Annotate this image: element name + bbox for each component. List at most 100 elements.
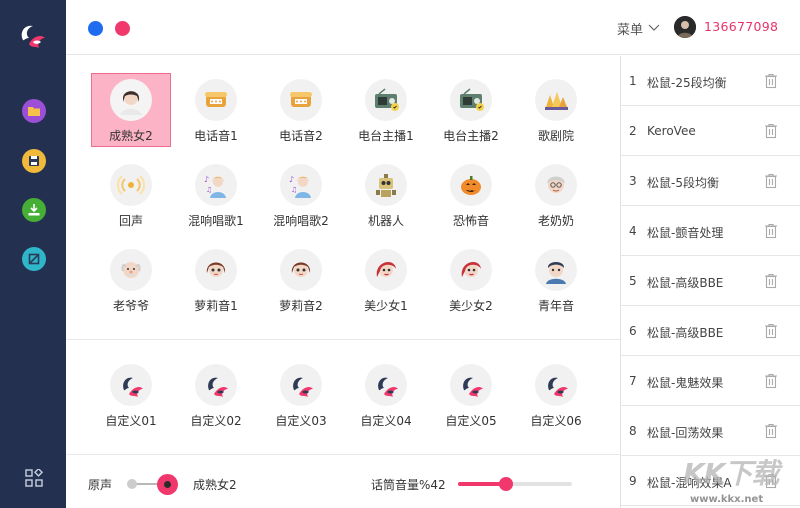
svg-text:♫: ♫ [206, 186, 212, 194]
trash-icon[interactable] [764, 173, 778, 189]
beauty-icon [376, 262, 396, 277]
preset-row[interactable]: 4 松鼠-颤音处理 [621, 206, 800, 256]
preset-row[interactable]: 3 松鼠-5段均衡 [621, 156, 800, 206]
voice-name: 老奶奶 [537, 214, 574, 228]
custom-effect-item[interactable]: 自定义01 [91, 358, 171, 432]
singer-icon: ♪♫ [204, 175, 226, 198]
voice-name: 回声 [118, 214, 143, 228]
voice-effect-item[interactable]: ♪ ♫ 混响唱歌1 [176, 158, 256, 232]
preset-row[interactable]: 2 KeroVee [621, 106, 800, 156]
preset-row[interactable]: 8 松鼠-回荡效果 [621, 406, 800, 456]
mic-volume-label: 话筒音量%42 [371, 478, 446, 492]
voice-effect-item[interactable]: 老爷爷 [91, 243, 171, 317]
preset-index: 8 [629, 424, 637, 438]
brand-logo-icon [378, 377, 398, 397]
voice-name: 美少女2 [449, 299, 493, 313]
preset-label: 松鼠-鬼魅效果 [647, 376, 724, 390]
trash-icon[interactable] [764, 423, 778, 439]
voice-name: 电台主播2 [443, 129, 499, 143]
trash-icon[interactable] [764, 323, 778, 339]
voice-name: 机器人 [367, 214, 404, 228]
mic-volume-handle[interactable] [499, 477, 513, 491]
chevron-down-icon[interactable] [648, 21, 660, 33]
voice-effect-item[interactable]: 美少女1 [346, 243, 426, 317]
voice-effect-item[interactable]: 恐怖音 [431, 158, 511, 232]
close-dot-button[interactable] [115, 21, 130, 36]
trash-icon[interactable] [764, 73, 778, 89]
grandpa-icon [121, 262, 141, 278]
voice-name: 美少女1 [364, 299, 408, 313]
preset-index: 2 [629, 124, 637, 138]
voice-avatar [110, 364, 152, 406]
preset-row[interactable]: 5 松鼠-高级BBE [621, 256, 800, 306]
trash-icon[interactable] [764, 123, 778, 139]
preset-index: 6 [629, 324, 637, 338]
voice-effect-item[interactable]: 电话音1 [176, 73, 256, 147]
voice-avatar [450, 249, 492, 291]
radio-icon [375, 88, 399, 111]
trash-icon[interactable] [764, 223, 778, 239]
voice-avatar [110, 249, 152, 291]
save-button[interactable] [22, 149, 46, 173]
voice-avatar [280, 79, 322, 121]
minimize-dot-button[interactable] [88, 21, 103, 36]
trash-icon[interactable] [764, 273, 778, 289]
voice-effect-item[interactable]: 电台主播1 [346, 73, 426, 147]
voice-avatar [365, 164, 407, 206]
voice-effect-item[interactable]: 电台主播2 [431, 73, 511, 147]
voice-effect-item[interactable]: 回声 [91, 158, 171, 232]
voice-effect-item[interactable]: 歌剧院 [516, 73, 596, 147]
custom-effect-item[interactable]: 自定义06 [516, 358, 596, 432]
preset-label: 松鼠-5段均衡 [647, 176, 719, 190]
apps-grid-icon[interactable] [25, 469, 43, 487]
voice-avatar: ♪ ♫ [195, 164, 237, 206]
girl-icon [206, 262, 226, 277]
opera-house-icon [545, 92, 568, 110]
voice-name: 自定义02 [190, 414, 242, 428]
current-voice-label: 成熟女2 [193, 478, 237, 492]
custom-effect-item[interactable]: 自定义02 [176, 358, 256, 432]
svg-text:♪: ♪ [204, 175, 209, 184]
voice-toggle-off-dot[interactable] [127, 479, 137, 489]
preset-index: 1 [629, 74, 637, 88]
voice-effect-item[interactable]: 老奶奶 [516, 158, 596, 232]
voice-effect-item[interactable]: 成熟女2 [91, 73, 171, 147]
woman-icon [120, 91, 142, 115]
voice-effect-item[interactable]: 萝莉音2 [261, 243, 341, 317]
voice-avatar [535, 164, 577, 206]
preset-row[interactable]: 7 松鼠-鬼魅效果 [621, 356, 800, 406]
preset-row[interactable]: 1 松鼠-25段均衡 [621, 56, 800, 106]
voice-name: 自定义03 [275, 414, 327, 428]
trash-icon[interactable] [764, 373, 778, 389]
radio-icon [460, 88, 484, 111]
voice-effect-item[interactable]: 机器人 [346, 158, 426, 232]
custom-effect-item[interactable]: 自定义03 [261, 358, 341, 432]
folder-icon [28, 107, 40, 116]
voice-name: 电话音2 [279, 129, 323, 143]
custom-effect-item[interactable]: 自定义05 [431, 358, 511, 432]
voice-avatar [450, 164, 492, 206]
folder-button[interactable] [22, 99, 46, 123]
custom-effect-item[interactable]: 自定义04 [346, 358, 426, 432]
avatar[interactable] [674, 16, 696, 38]
voice-name: 电话音1 [194, 129, 238, 143]
voice-effect-item[interactable]: 美少女2 [431, 243, 511, 317]
user-phone[interactable]: 136677098 [704, 19, 778, 34]
voice-effect-item[interactable]: ♪ ♫ 混响唱歌2 [261, 158, 341, 232]
app-logo-icon [21, 25, 45, 48]
voice-avatar [450, 364, 492, 406]
voice-name: 老爷爷 [112, 299, 149, 313]
left-sidebar [0, 0, 66, 508]
voice-toggle-knob[interactable] [157, 474, 178, 495]
preset-label: 松鼠-25段均衡 [647, 76, 727, 90]
block-button[interactable] [22, 247, 46, 271]
preset-index: 3 [629, 174, 637, 188]
download-button[interactable] [22, 198, 46, 222]
voice-effect-item[interactable]: 萝莉音1 [176, 243, 256, 317]
preset-row[interactable]: 6 松鼠-高级BBE [621, 306, 800, 356]
voice-effect-item[interactable]: 青年音 [516, 243, 596, 317]
preset-index: 4 [629, 224, 637, 238]
voice-effect-item[interactable]: 电话音2 [261, 73, 341, 147]
menu-dropdown[interactable]: 菜单 [617, 19, 643, 38]
voice-avatar: ♪ ♫ [280, 164, 322, 206]
